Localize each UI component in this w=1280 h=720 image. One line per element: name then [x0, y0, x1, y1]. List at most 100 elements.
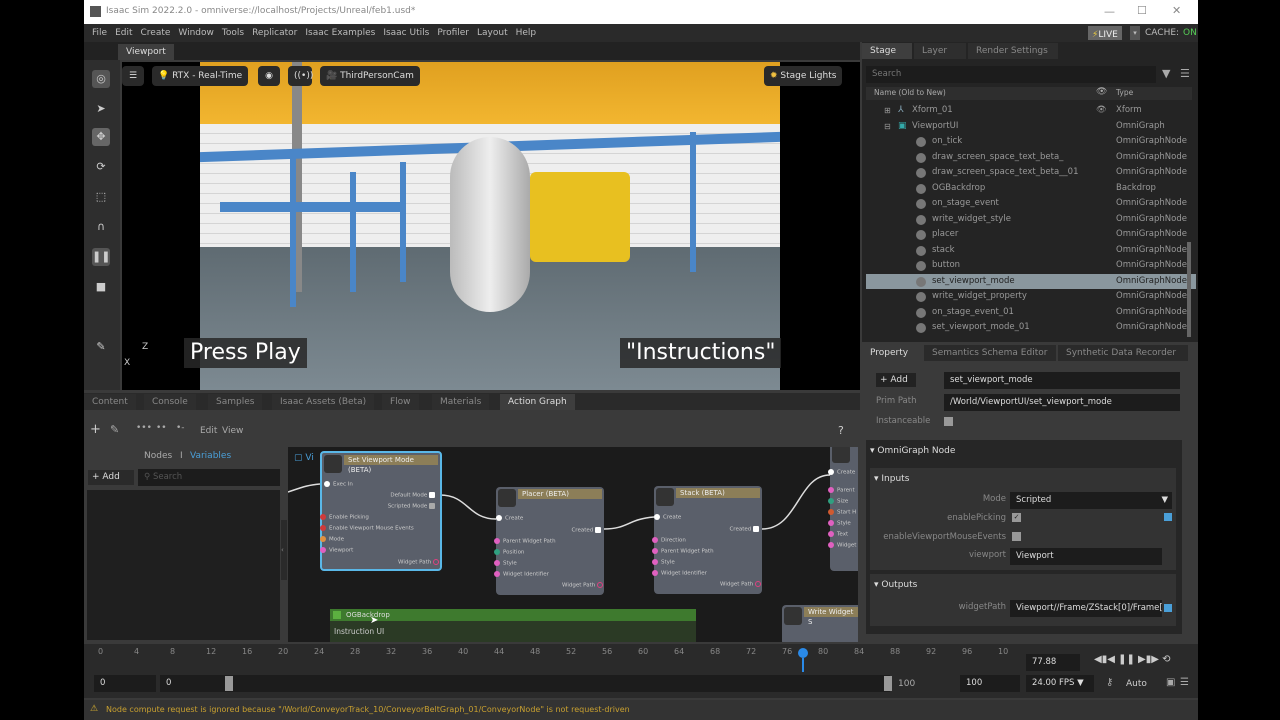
- instanceable-checkbox[interactable]: [944, 417, 953, 426]
- collapse-handle[interactable]: ‹: [281, 520, 287, 580]
- menu-isaac-examples[interactable]: Isaac Examples: [305, 28, 375, 38]
- viewport-canvas[interactable]: ☰ 💡 RTX - Real-Time ◉ ((•)) 🎥 ThirdPerso…: [122, 62, 860, 390]
- key-icon[interactable]: ⚷: [1106, 677, 1113, 688]
- move-icon[interactable]: ✥: [92, 128, 110, 146]
- tab-layer[interactable]: Layer: [914, 43, 966, 59]
- column-type[interactable]: Type: [1116, 88, 1133, 97]
- menu-create[interactable]: Create: [141, 28, 171, 38]
- timeline-menu-icon[interactable]: ☰: [1180, 677, 1189, 688]
- stage-row[interactable]: draw_screen_space_text_beta_ OmniGraphNod…: [866, 150, 1196, 166]
- stop-icon[interactable]: ■: [92, 278, 110, 296]
- range-slider[interactable]: 0: [160, 675, 890, 692]
- tab-samples[interactable]: Samples: [208, 394, 263, 410]
- node-button[interactable]: Create Parent Size Start H Style Text Wi…: [828, 447, 858, 571]
- tab-viewport[interactable]: Viewport: [118, 44, 174, 60]
- omnigraph-node-header[interactable]: ▾ OmniGraph Node: [870, 446, 955, 456]
- end-time-field[interactable]: 100: [960, 675, 1020, 692]
- tab-materials[interactable]: Materials: [432, 394, 490, 410]
- snap-magnet-icon[interactable]: ∩: [92, 218, 110, 236]
- outputs-header[interactable]: ▾ Outputs: [874, 580, 917, 590]
- stage-row[interactable]: OGBackdrop Backdrop: [866, 181, 1196, 197]
- graph-canvas[interactable]: ▢ Vi Set Viewport Mode (BETA) Exec In De…: [288, 447, 858, 642]
- layout-icon-2[interactable]: ••: [156, 423, 167, 433]
- pause-icon[interactable]: ❚❚: [1118, 654, 1135, 665]
- edit-pencil-icon[interactable]: ✎: [110, 423, 119, 436]
- node-set-viewport-mode[interactable]: Set Viewport Mode (BETA) Exec In Default…: [320, 451, 442, 571]
- stage-row[interactable]: on_tick OmniGraphNode: [866, 134, 1196, 150]
- stage-row[interactable]: on_stage_event OmniGraphNode: [866, 196, 1196, 212]
- fps-dropdown[interactable]: 24.00 FPS ▼: [1026, 675, 1094, 692]
- widget-path-field[interactable]: Viewport//Frame/ZStack[0]/Frame[: [1010, 600, 1162, 617]
- tab-isaac-assets[interactable]: Isaac Assets (Beta): [272, 394, 375, 410]
- node-write-widget-style[interactable]: Write Widget S: [782, 605, 858, 642]
- viewport-field[interactable]: Viewport: [1010, 548, 1162, 565]
- prim-path-field[interactable]: /World/ViewportUI/set_viewport_mode: [944, 394, 1180, 411]
- backdrop-instruction-ui[interactable]: OGBackdrop Instruction UI ➤: [330, 609, 696, 642]
- stage-row[interactable]: write_widget_property OmniGraphNode: [866, 289, 1196, 305]
- live-button[interactable]: ⚡LIVE: [1088, 26, 1122, 40]
- backdrop-color-icon[interactable]: [333, 611, 341, 619]
- variables-tab[interactable]: Variables: [190, 451, 231, 461]
- menu-edit[interactable]: Edit: [115, 28, 132, 38]
- current-frame-field[interactable]: 77.88: [1026, 654, 1080, 671]
- visibility-eye-icon[interactable]: 👁: [1096, 103, 1107, 119]
- tab-property[interactable]: Property: [862, 345, 922, 361]
- pause-icon[interactable]: ❚❚: [92, 248, 110, 266]
- stage-row[interactable]: on_stage_event_01 OmniGraphNode: [866, 305, 1196, 321]
- stage-row[interactable]: write_widget_style OmniGraphNode: [866, 212, 1196, 228]
- tab-semantics-schema-editor[interactable]: Semantics Schema Editor: [924, 345, 1056, 361]
- stage-row[interactable]: stack OmniGraphNode: [866, 243, 1196, 259]
- tab-render-settings[interactable]: Render Settings: [968, 43, 1058, 59]
- loop-icon[interactable]: ⟲: [1162, 654, 1170, 665]
- camera-selector[interactable]: 🎥 ThirdPersonCam: [320, 66, 420, 86]
- eye-icon[interactable]: ◉: [258, 66, 280, 86]
- stage-row[interactable]: draw_screen_space_text_beta__01 OmniGraph…: [866, 165, 1196, 181]
- step-back-icon[interactable]: ◀: [1094, 654, 1102, 665]
- lights-selector[interactable]: ✹ Stage Lights: [764, 66, 843, 86]
- stage-row[interactable]: button OmniGraphNode: [866, 258, 1196, 274]
- layout-icon-1[interactable]: •••: [136, 423, 152, 433]
- rotate-icon[interactable]: ⟳: [92, 158, 110, 176]
- stage-row[interactable]: ⊞ ⅄ Xform_01 Xform 👁: [866, 103, 1196, 119]
- node-stack[interactable]: Stack (BETA) Create Created Direction Pa…: [652, 486, 762, 594]
- view-menu[interactable]: View: [222, 426, 243, 436]
- maximize-button[interactable]: ☐: [1137, 4, 1147, 17]
- menu-window[interactable]: Window: [178, 28, 214, 38]
- menu-profiler[interactable]: Profiler: [437, 28, 469, 38]
- stage-row[interactable]: ⊟ ▣ ViewportUI OmniGraph: [866, 119, 1196, 135]
- minimize-button[interactable]: —: [1104, 5, 1115, 18]
- brush-icon[interactable]: ✎: [92, 338, 110, 356]
- select-arrow-icon[interactable]: ➤: [92, 100, 110, 118]
- hamburger-menu-icon[interactable]: ☰: [1180, 67, 1190, 80]
- settings-sliders-icon[interactable]: ☰: [122, 66, 144, 86]
- filter-icon[interactable]: ▼: [1162, 67, 1170, 80]
- stage-search-input[interactable]: Search: [866, 66, 1156, 83]
- expand-toggle-icon[interactable]: ⊟: [884, 119, 891, 135]
- close-button[interactable]: ✕: [1172, 4, 1181, 17]
- inputs-header[interactable]: ▾ Inputs: [874, 474, 909, 484]
- stage-scrollbar[interactable]: [1187, 242, 1191, 337]
- stage-row[interactable]: set_viewport_mode_01 OmniGraphNode: [866, 320, 1196, 336]
- audio-icon[interactable]: ((•)): [288, 66, 313, 86]
- menu-layout[interactable]: Layout: [477, 28, 508, 38]
- go-end-icon[interactable]: ▶▮: [1138, 654, 1151, 665]
- scale-icon[interactable]: ⬚: [92, 188, 110, 206]
- renderer-selector[interactable]: 💡 RTX - Real-Time: [152, 66, 249, 86]
- tab-console[interactable]: Console: [144, 394, 196, 410]
- column-name[interactable]: Name (Old to New): [874, 88, 946, 97]
- menu-replicator[interactable]: Replicator: [252, 28, 297, 38]
- start-time-field[interactable]: 0: [94, 675, 156, 692]
- live-dropdown[interactable]: ▾: [1130, 26, 1140, 40]
- layout-icon-3[interactable]: •-: [176, 423, 185, 433]
- new-graph-icon[interactable]: +: [90, 422, 101, 437]
- add-variable-button[interactable]: + Add: [88, 470, 134, 485]
- add-button[interactable]: + Add: [876, 373, 916, 387]
- menu-file[interactable]: File: [92, 28, 107, 38]
- lock-icon[interactable]: ▣: [1166, 677, 1175, 688]
- camera-frame-icon[interactable]: ◎: [92, 70, 110, 88]
- menu-isaac-utils[interactable]: Isaac Utils: [383, 28, 429, 38]
- help-icon[interactable]: ?: [838, 424, 844, 437]
- mode-dropdown[interactable]: Scripted ▼: [1010, 492, 1172, 509]
- play-icon[interactable]: ▶: [1151, 654, 1159, 665]
- stage-row[interactable]: placer OmniGraphNode: [866, 227, 1196, 243]
